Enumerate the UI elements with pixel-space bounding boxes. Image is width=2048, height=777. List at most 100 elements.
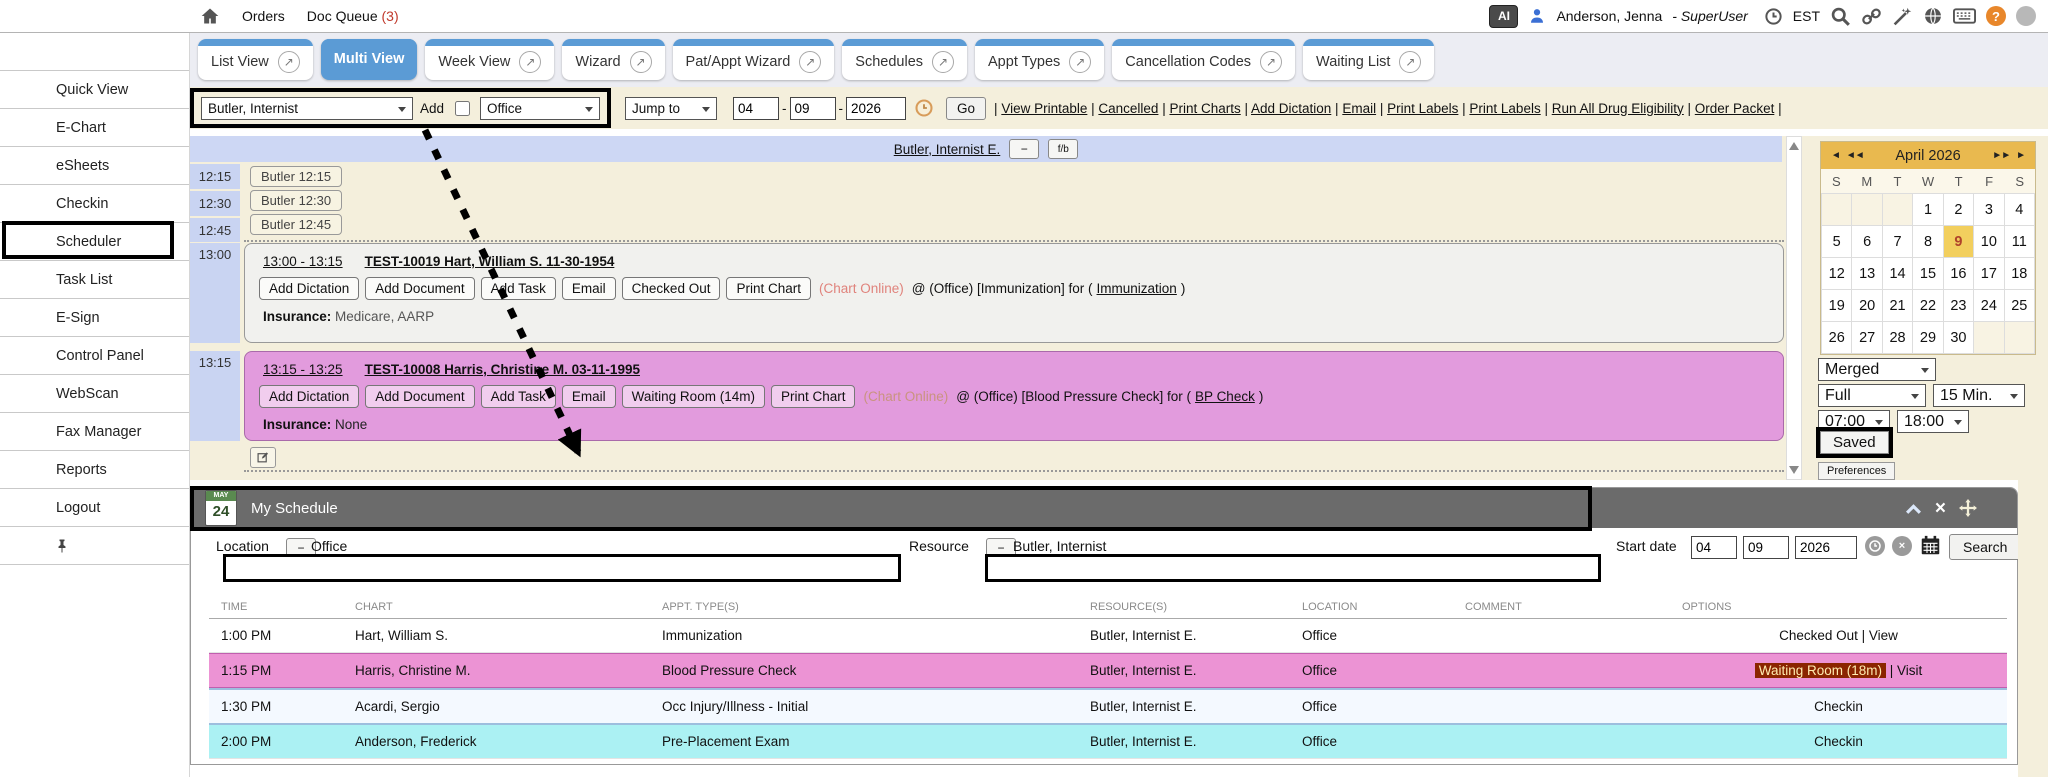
appointment-1300[interactable]: 13:00 - 13:15 TEST-10019 Hart, William S… [244,243,1784,343]
sidebar-item-scheduler[interactable]: Scheduler [0,223,189,261]
tab-wizard[interactable]: Wizard↗ [562,39,664,80]
start-day-input[interactable] [1743,536,1789,559]
tab-multi-view[interactable]: Multi View [321,39,418,80]
appt-action-print-chart[interactable]: Print Chart [771,385,856,408]
open-new-window-icon[interactable]: ↗ [799,51,821,73]
prev-month-icon[interactable]: ◄ [1831,150,1840,161]
calendar-day-15[interactable]: 15 [1913,258,1943,290]
calendar-day-26[interactable]: 26 [1822,322,1852,354]
link-print-labels[interactable]: Print Labels [1469,101,1540,116]
calendar-day-25[interactable]: 25 [2005,290,2035,322]
sidebar-item-esheets[interactable]: eSheets [0,147,189,185]
calendar-day-12[interactable]: 12 [1822,258,1852,290]
table-row[interactable]: 2:00 PMAnderson, FrederickPre-Placement … [209,725,2007,759]
open-slot-button[interactable]: Butler 12:45 [250,214,342,235]
pin-icon[interactable] [56,539,68,553]
link-print-labels[interactable]: Print Labels [1387,101,1458,116]
saved-button[interactable]: Saved [1820,431,1889,454]
appt-type-link[interactable]: BP Check [1195,389,1255,404]
open-new-window-icon[interactable]: ↗ [519,51,541,73]
appt-action-print-chart[interactable]: Print Chart [726,277,811,300]
option-link[interactable]: | Visit [1886,663,1922,678]
jump-to-select[interactable]: Jump to [625,97,717,120]
clock-icon[interactable] [1764,7,1783,26]
calendar-day-23[interactable]: 23 [1944,290,1974,322]
calendar-day-10[interactable]: 10 [1974,226,2004,258]
appointment-1315[interactable]: 13:15 - 13:25 TEST-10008 Harris, Christi… [244,351,1784,441]
open-new-window-icon[interactable]: ↗ [1069,51,1091,73]
date-picker-icon[interactable] [1920,535,1941,556]
time-clock-icon[interactable] [914,98,934,118]
merge-view-select[interactable]: Merged [1818,358,1936,381]
minimize-column-button[interactable]: − [1009,139,1039,159]
tab-list-view[interactable]: List View↗ [198,39,313,80]
sidebar-item-e-sign[interactable]: E-Sign [0,299,189,337]
appt-action-add-task[interactable]: Add Task [481,277,556,300]
tab-schedules[interactable]: Schedules↗ [842,39,967,80]
go-button[interactable]: Go [946,97,986,120]
next-year-icon[interactable]: ►► [1992,150,2010,161]
start-month-input[interactable] [1691,536,1737,559]
start-year-input[interactable] [1795,536,1857,559]
calendar-day-4[interactable]: 4 [2005,194,2035,226]
search-icon[interactable] [1830,6,1851,27]
appt-type-link[interactable]: Immunization [1097,281,1177,296]
calendar-day-8[interactable]: 8 [1913,226,1943,258]
calendar-day-11[interactable]: 11 [2005,226,2035,258]
calendar-day-5[interactable]: 5 [1822,226,1852,258]
link-order-packet[interactable]: Order Packet [1695,101,1775,116]
link-add-dictation[interactable]: Add Dictation [1251,101,1331,116]
calendar-day-18[interactable]: 18 [2005,258,2035,290]
sidebar-item-task-list[interactable]: Task List [0,261,189,299]
sidebar-item-quick-view[interactable]: Quick View [0,71,189,109]
globe-icon[interactable] [1923,6,1943,26]
preferences-button[interactable]: Preferences [1818,462,1895,480]
calendar-day-3[interactable]: 3 [1974,194,2004,226]
search-button[interactable]: Search [1949,534,2021,560]
appt-action-checked-out[interactable]: Checked Out [622,277,721,300]
next-month-icon[interactable]: ► [2016,150,2025,161]
appt-time-link[interactable]: 13:15 - 13:25 [263,362,343,377]
open-new-window-icon[interactable]: ↗ [278,51,300,73]
calendar-day-30[interactable]: 30 [1944,322,1974,354]
option-link[interactable]: Checked Out | View [1779,628,1898,643]
sidebar-item-webscan[interactable]: WebScan [0,375,189,413]
interval-select[interactable]: 15 Min. [1933,384,2025,407]
option-link[interactable]: Checkin [1814,699,1863,714]
clear-date-icon[interactable]: × [1892,536,1912,556]
tab-pat-appt-wizard[interactable]: Pat/Appt Wizard↗ [673,39,835,80]
sidebar-item-reports[interactable]: Reports [0,451,189,489]
appt-action-add-task[interactable]: Add Task [481,385,556,408]
calendar-day-21[interactable]: 21 [1883,290,1913,322]
prev-year-icon[interactable]: ◄◄ [1846,150,1864,161]
open-new-window-icon[interactable]: ↗ [1399,51,1421,73]
recent-dates-icon[interactable] [1865,536,1885,556]
help-icon[interactable]: ? [1986,6,2006,26]
open-new-window-icon[interactable]: ↗ [932,51,954,73]
patient-link[interactable]: TEST-10019 Hart, William S. 11-30-1954 [365,254,615,269]
wand-icon[interactable] [1892,6,1913,27]
resource-search-input[interactable] [988,557,1598,579]
calendar-day-6[interactable]: 6 [1852,226,1882,258]
tab-week-view[interactable]: Week View↗ [425,39,554,80]
appt-action-add-dictation[interactable]: Add Dictation [259,277,359,300]
option-link[interactable]: Checkin [1814,734,1863,749]
location-select[interactable]: Office [480,97,600,120]
calendar-day-9[interactable]: 9 [1944,226,1974,258]
calendar-day-1[interactable]: 1 [1913,194,1943,226]
move-icon[interactable] [1959,499,1977,517]
scroll-up-icon[interactable] [1789,142,1799,150]
sidebar-item-checkin[interactable]: Checkin [0,185,189,223]
keyboard-icon[interactable] [1953,8,1976,24]
link-print-charts[interactable]: Print Charts [1169,101,1240,116]
location-search-input[interactable] [226,557,898,579]
sidebar-item-control-panel[interactable]: Control Panel [0,337,189,375]
link-cancelled[interactable]: Cancelled [1098,101,1158,116]
table-row[interactable]: 1:30 PMAcardi, SergioOcc Injury/Illness … [209,688,2007,725]
calendar-day-22[interactable]: 22 [1913,290,1943,322]
table-row[interactable]: 1:15 PMHarris, Christine M.Blood Pressur… [209,653,2007,688]
link-email[interactable]: Email [1342,101,1376,116]
calendar-day-2[interactable]: 2 [1944,194,1974,226]
appt-action-add-document[interactable]: Add Document [365,277,474,300]
open-new-window-icon[interactable]: ↗ [1260,51,1282,73]
